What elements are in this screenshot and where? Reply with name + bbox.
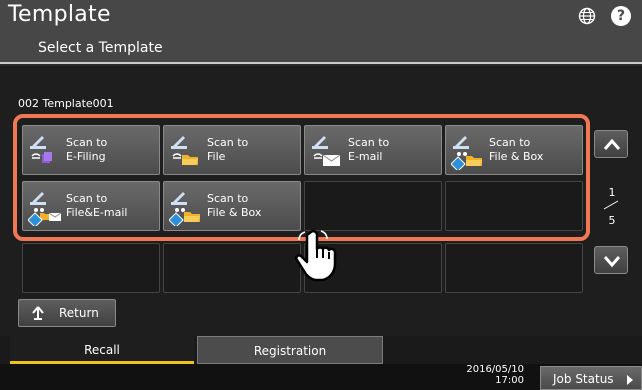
template-button-scan-to-file-email[interactable]: Scan to File&E-mail — [22, 181, 160, 231]
template-button-scan-to-file[interactable]: Scan to File — [163, 125, 301, 175]
page-down-button[interactable] — [594, 246, 628, 274]
empty-template-slot[interactable] — [445, 243, 583, 293]
template-group-name: 002 Template001 — [18, 97, 114, 110]
return-button[interactable]: Return — [18, 299, 116, 327]
template-label: Scan to E-Filing — [66, 136, 108, 163]
chevron-up-icon — [603, 138, 621, 150]
template-label: Scan to File&E-mail — [66, 192, 128, 219]
page-title: Template — [8, 2, 111, 27]
empty-template-slot[interactable] — [445, 181, 583, 231]
date-text: 2016/05/10 — [466, 364, 524, 375]
scan-to-email-icon — [312, 136, 341, 166]
pointing-hand-icon — [295, 229, 337, 282]
return-label: Return — [59, 306, 99, 320]
tab-registration[interactable]: Registration — [197, 336, 383, 364]
page-indicator: 1 5 — [598, 186, 626, 230]
chevron-down-icon — [603, 256, 621, 268]
template-label: Scan to File — [207, 136, 249, 163]
tab-recall[interactable]: Recall — [10, 336, 194, 364]
date-time: 2016/05/10 17:00 — [448, 364, 524, 386]
empty-template-slot[interactable] — [22, 243, 160, 293]
scan-to-efiling-icon — [30, 136, 52, 163]
time-text: 17:00 — [495, 375, 524, 386]
play-arrow-icon — [627, 375, 633, 385]
page-subtitle: Select a Template — [38, 40, 163, 56]
help-icon[interactable]: ? — [611, 6, 631, 26]
scan-to-file-email-icon — [28, 192, 62, 226]
template-button-scan-to-efiling[interactable]: Scan to E-Filing — [22, 125, 160, 175]
template-screen: Template Select a Template ? 002 Templat… — [0, 0, 642, 390]
globe-icon[interactable] — [578, 7, 596, 25]
return-arrow-icon — [32, 306, 44, 320]
page-up-button[interactable] — [594, 130, 628, 158]
scan-to-file-box-icon — [451, 136, 482, 170]
template-label: Scan to E-mail — [348, 136, 390, 163]
scan-to-file-box-icon — [169, 192, 200, 226]
job-status-button[interactable]: Job Status — [540, 366, 642, 390]
title-bar: Template Select a Template ? — [0, 0, 642, 64]
page-separator — [603, 200, 619, 210]
current-page: 1 — [608, 186, 616, 199]
template-button-scan-to-file-box-2[interactable]: Scan to File & Box — [163, 181, 301, 231]
empty-template-slot[interactable] — [304, 181, 442, 231]
total-pages: 5 — [608, 214, 616, 227]
job-status-label: Job Status — [553, 372, 614, 386]
template-label: Scan to File & Box — [489, 136, 544, 163]
template-button-scan-to-file-box[interactable]: Scan to File & Box — [445, 125, 583, 175]
template-button-scan-to-email[interactable]: Scan to E-mail — [304, 125, 442, 175]
scan-to-file-icon — [171, 136, 198, 165]
template-label: Scan to File & Box — [207, 192, 262, 219]
empty-template-slot[interactable] — [163, 243, 301, 293]
tab-bar: Recall Registration — [0, 336, 642, 364]
